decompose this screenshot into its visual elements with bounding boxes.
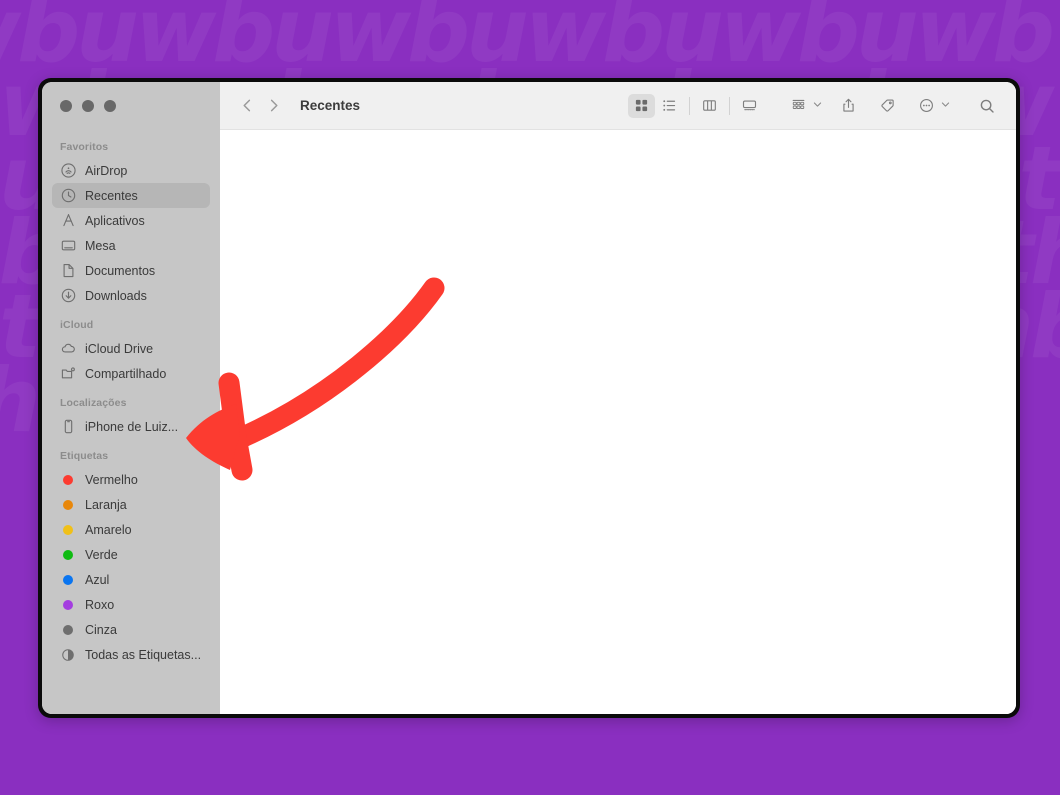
finder-window: Favoritos AirDrop Recentes Aplicativos M… (42, 82, 1016, 714)
window-traffic-lights (52, 82, 210, 130)
sidebar-item-documentos[interactable]: Documentos (52, 258, 210, 283)
iphone-icon (60, 419, 76, 435)
sidebar-section-etiquetas-title: Etiquetas (60, 450, 109, 462)
sidebar-item-aplicativos[interactable]: Aplicativos (52, 208, 210, 233)
sidebar-item-label: Compartilhado (85, 366, 167, 381)
sidebar-tag-verde[interactable]: Verde (52, 542, 210, 567)
sidebar-item-icloud-drive[interactable]: iCloud Drive (52, 336, 210, 361)
gallery-view-button[interactable] (736, 94, 763, 118)
toolbar-divider (729, 96, 730, 115)
toolbar-divider (689, 96, 690, 115)
tag-dot-icon (60, 547, 76, 563)
sidebar-item-label: Azul (85, 572, 110, 587)
clock-icon (60, 188, 76, 204)
sidebar-section-icloud-title: iCloud (60, 319, 94, 331)
column-view-button[interactable] (696, 94, 723, 118)
sidebar-item-label: iCloud Drive (85, 341, 154, 356)
sidebar-item-label: Downloads (85, 288, 147, 303)
list-view-button[interactable] (656, 94, 683, 118)
sidebar-item-label: Roxo (85, 597, 115, 612)
main-pane: Recentes (220, 82, 1016, 714)
sidebar-item-iphone-de-luiz[interactable]: iPhone de Luiz... (52, 414, 210, 439)
sidebar-item-label: iPhone de Luiz... (85, 419, 179, 434)
forward-button[interactable] (260, 93, 286, 119)
tag-dot-icon (60, 572, 76, 588)
shared-folder-icon (60, 366, 76, 382)
sidebar-item-label: Mesa (85, 238, 116, 253)
back-button[interactable] (234, 93, 260, 119)
tag-dot-icon (60, 597, 76, 613)
sidebar-tag-laranja[interactable]: Laranja (52, 492, 210, 517)
chevron-down-icon[interactable] (812, 97, 823, 115)
sidebar-item-label: Laranja (85, 497, 127, 512)
tag-dot-icon (60, 522, 76, 538)
finder-window-frame: Favoritos AirDrop Recentes Aplicativos M… (38, 78, 1020, 718)
downloads-icon (60, 288, 76, 304)
toolbar: Recentes (220, 82, 1016, 130)
sidebar-item-recentes[interactable]: Recentes (52, 183, 210, 208)
purple-background: buwbuwbuwbuwbuwbuwbuwbuwbuwbuwbuwbuwbuwb… (0, 0, 1060, 795)
applications-icon (60, 213, 76, 229)
sidebar-all-tags[interactable]: Todas as Etiquetas... (52, 642, 210, 667)
sidebar-tag-azul[interactable]: Azul (52, 567, 210, 592)
sidebar-item-compartilhado[interactable]: Compartilhado (52, 361, 210, 386)
view-mode-group (628, 93, 763, 118)
sidebar-tag-vermelho[interactable]: Vermelho (52, 467, 210, 492)
sidebar-section-favoritos-title: Favoritos (60, 141, 109, 153)
more-options-button[interactable] (913, 94, 940, 118)
tag-dot-icon (60, 622, 76, 638)
file-list-area[interactable] (220, 130, 1016, 714)
zoom-button[interactable] (104, 100, 116, 112)
sidebar-section-localizacoes-title: Localizações (60, 397, 127, 409)
sidebar: Favoritos AirDrop Recentes Aplicativos M… (42, 82, 220, 714)
sidebar-item-label: Aplicativos (85, 213, 145, 228)
sidebar-item-label: Vermelho (85, 472, 138, 487)
grid-view-button[interactable] (628, 93, 655, 118)
group-by-group[interactable] (785, 94, 823, 118)
sidebar-tag-roxo[interactable]: Roxo (52, 592, 210, 617)
sidebar-tag-cinza[interactable]: Cinza (52, 617, 210, 642)
document-icon (60, 263, 76, 279)
page-title: Recentes (300, 98, 361, 113)
share-button[interactable] (835, 94, 862, 118)
chevron-down-icon[interactable] (940, 97, 951, 115)
cloud-icon (60, 341, 76, 357)
sidebar-item-label: Amarelo (85, 522, 132, 537)
minimize-button[interactable] (82, 100, 94, 112)
sidebar-item-airdrop[interactable]: AirDrop (52, 158, 210, 183)
airdrop-icon (60, 163, 76, 179)
close-button[interactable] (60, 100, 72, 112)
sidebar-tag-amarelo[interactable]: Amarelo (52, 517, 210, 542)
tag-dot-icon (60, 497, 76, 513)
sidebar-item-mesa[interactable]: Mesa (52, 233, 210, 258)
sidebar-item-label: Verde (85, 547, 118, 562)
tag-button[interactable] (874, 94, 901, 118)
sidebar-item-label: Documentos (85, 263, 156, 278)
more-options-group[interactable] (913, 94, 951, 118)
tag-dot-icon (60, 472, 76, 488)
sidebar-item-downloads[interactable]: Downloads (52, 283, 210, 308)
all-tags-icon (60, 647, 76, 663)
sidebar-item-label: AirDrop (85, 163, 128, 178)
sidebar-item-label: Recentes (85, 188, 138, 203)
desktop-icon (60, 238, 76, 254)
search-button[interactable] (973, 94, 1000, 118)
sidebar-item-label: Todas as Etiquetas... (85, 647, 202, 662)
group-by-button[interactable] (785, 94, 812, 118)
sidebar-item-label: Cinza (85, 622, 117, 637)
